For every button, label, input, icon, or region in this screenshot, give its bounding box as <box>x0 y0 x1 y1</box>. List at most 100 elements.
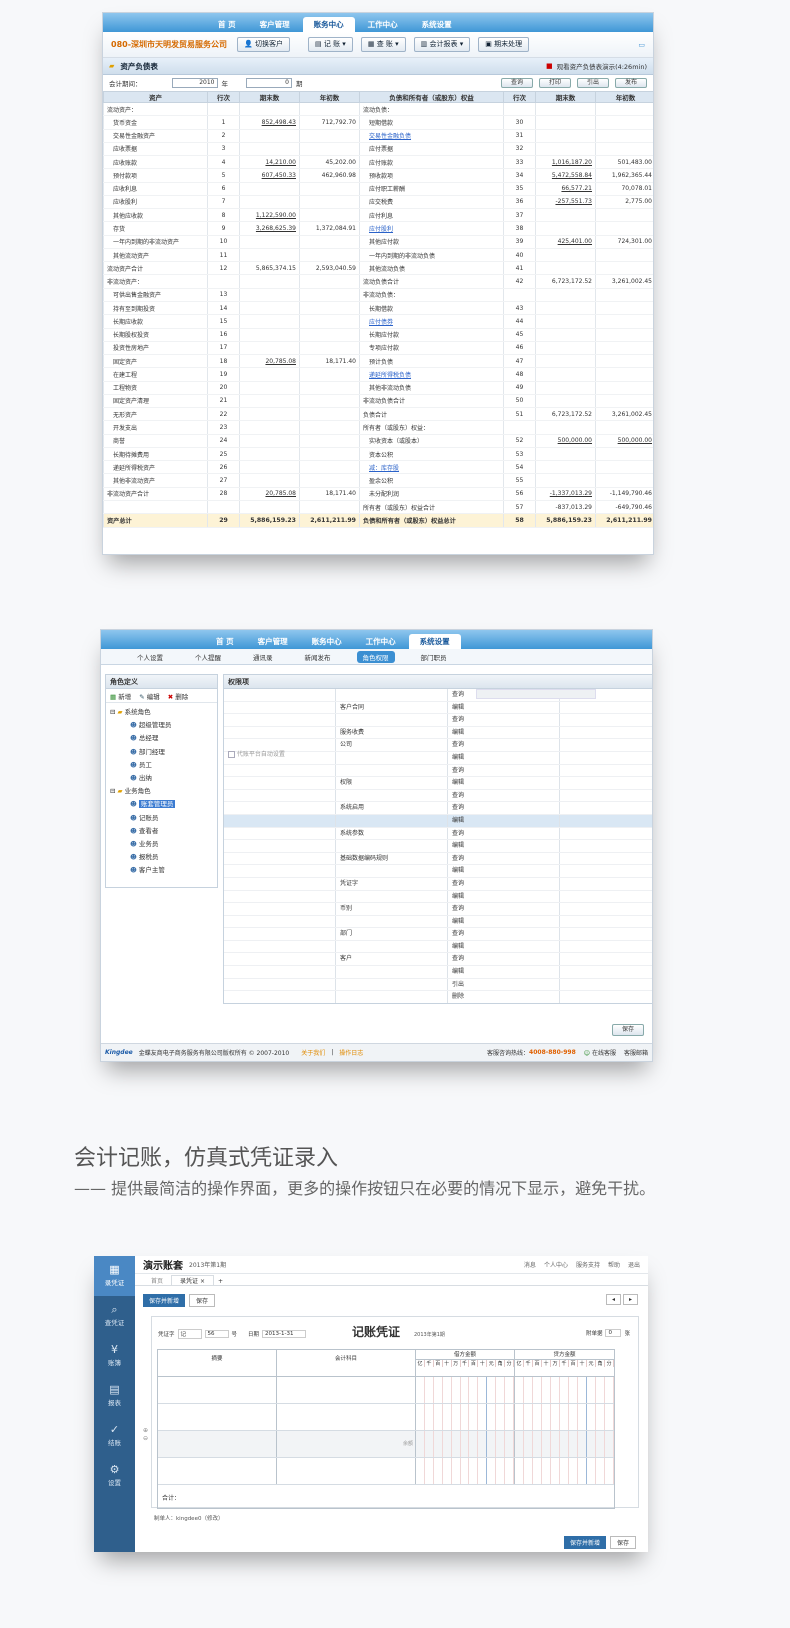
add-role-button[interactable]: ▦ 新增 <box>110 691 131 701</box>
table-cell[interactable]: -257,551.73 <box>535 195 596 210</box>
tree-group[interactable]: ⊟ ▰ 业务角色 <box>110 785 213 798</box>
table-cell[interactable]: 607,450.33 <box>239 168 300 183</box>
service-mail[interactable]: 客服邮箱 <box>624 1048 648 1057</box>
period-input[interactable]: 0 <box>246 78 292 88</box>
nav-tab[interactable]: 系统设置 <box>408 634 461 649</box>
nav-tab[interactable]: 账务中心 <box>301 634 353 649</box>
nav-tab[interactable]: 客户管理 <box>247 634 299 649</box>
collapse-icon[interactable]: ⊟ <box>110 708 115 716</box>
account-cell[interactable] <box>277 1377 416 1403</box>
tab-home[interactable]: 首页 <box>143 1276 171 1285</box>
account-cell[interactable] <box>277 1431 416 1457</box>
tree-item[interactable]: ☻ 出纳 <box>110 772 213 785</box>
subnav-item[interactable]: 部门职员 <box>415 651 453 663</box>
next-icon[interactable]: ▸ <box>622 1294 638 1305</box>
table-cell[interactable]: 852,498.43 <box>239 115 300 130</box>
video-icon[interactable]: ▭ <box>638 41 645 49</box>
summary-cell[interactable] <box>158 1377 278 1403</box>
tree-item[interactable]: ☻ 员工 <box>110 759 213 772</box>
side-nav-item[interactable]: ⚙ 设置 <box>94 1456 135 1496</box>
nav-tab[interactable]: 首 页 <box>205 634 245 649</box>
subnav-item[interactable]: 通讯录 <box>247 651 279 663</box>
top-link[interactable]: 退出 <box>628 1260 640 1269</box>
voucher-word-select[interactable]: 记 <box>177 1329 202 1339</box>
side-nav-item[interactable]: ▤ 报表 <box>94 1376 135 1416</box>
table-cell[interactable]: 3,268,625.39 <box>239 221 300 236</box>
top-link[interactable]: 个人中心 <box>544 1260 568 1269</box>
subnav-item[interactable]: 角色权限 <box>356 650 395 663</box>
nav-tab[interactable]: 账务中心 <box>302 17 355 32</box>
amount-cell[interactable] <box>416 1431 515 1457</box>
query-accounts-button[interactable]: ▦ 查 账 ▾ <box>360 37 406 52</box>
tree-item[interactable]: ☻ 记账员 <box>110 812 213 825</box>
save-new-button-bottom[interactable]: 保存并新增 <box>563 1536 606 1549</box>
nav-tab[interactable]: 首 页 <box>207 17 247 32</box>
voucher-number-input[interactable]: 56 <box>204 1330 229 1338</box>
nav-tab[interactable]: 工作中心 <box>355 634 407 649</box>
table-cell[interactable]: 1,016,187.20 <box>535 155 596 170</box>
save-button[interactable]: 保存 <box>611 1024 644 1036</box>
date-input[interactable]: 2013-1-31 <box>262 1330 307 1338</box>
table-cell[interactable]: 递延所得税负债 <box>359 367 504 382</box>
tab-voucher[interactable]: 录凭证 × <box>171 1275 214 1285</box>
print-button[interactable]: 打印 <box>538 78 571 88</box>
table-cell[interactable]: 500,000.00 <box>595 434 653 448</box>
table-cell[interactable]: 1,122,590.00 <box>239 208 300 223</box>
table-cell[interactable]: 66,577.21 <box>535 182 596 196</box>
entry-row[interactable] <box>158 1377 614 1404</box>
tree-item[interactable]: ☻ 总经理 <box>110 732 213 745</box>
tree-item[interactable]: ☻ 账套管理员 <box>110 798 213 811</box>
subnav-item[interactable]: 个人设置 <box>131 651 169 663</box>
log-link[interactable]: 操作日志 <box>339 1048 363 1057</box>
subnav-item[interactable]: 新闻发布 <box>299 651 337 663</box>
tree-item[interactable]: ☻ 超级管理员 <box>110 719 213 732</box>
side-nav-item[interactable]: ¥ 账簿 <box>94 1336 135 1376</box>
table-cell[interactable]: 5,472,558.84 <box>535 168 596 183</box>
table-cell[interactable]: 应付债券 <box>359 314 504 329</box>
side-nav-item[interactable]: ⌕ 查凭证 <box>94 1296 135 1336</box>
amount-cell[interactable] <box>515 1377 614 1403</box>
amount-cell[interactable] <box>515 1458 614 1484</box>
table-cell[interactable]: 14,210.00 <box>239 155 300 170</box>
publish-button[interactable]: 发布 <box>614 78 647 88</box>
entry-row[interactable] <box>158 1458 614 1485</box>
table-cell[interactable]: 500,000.00 <box>535 434 596 448</box>
table-cell[interactable]: 20,785.08 <box>239 354 300 369</box>
collapse-icon[interactable]: ⊟ <box>110 787 115 795</box>
subnav-item[interactable]: 个人提醒 <box>189 651 227 663</box>
nav-tab[interactable]: 客户管理 <box>249 17 301 32</box>
attach-count-input[interactable]: 0 <box>605 1329 622 1337</box>
amount-cell[interactable] <box>515 1404 614 1430</box>
table-cell[interactable]: 减：库存股 <box>359 460 504 475</box>
tree-item[interactable]: ☻ 业务员 <box>110 838 213 851</box>
agent-auto-setting[interactable]: 代账平台自动设置 <box>228 749 285 758</box>
amount-cell[interactable] <box>416 1404 515 1430</box>
save-button-bottom[interactable]: 保存 <box>609 1536 636 1549</box>
top-link[interactable]: 帮助 <box>608 1260 620 1269</box>
query-button[interactable]: 查询 <box>500 78 533 88</box>
add-tab-icon[interactable]: + <box>214 1278 227 1285</box>
delete-role-button[interactable]: ✖ 删除 <box>168 691 189 701</box>
prev-icon[interactable]: ◂ <box>605 1294 621 1305</box>
nav-tab[interactable]: 工作中心 <box>357 17 409 32</box>
export-button[interactable]: 引出 <box>576 78 609 88</box>
amount-cell[interactable] <box>416 1377 515 1403</box>
entry-row[interactable]: 余额 <box>158 1431 614 1458</box>
summary-cell[interactable] <box>158 1458 278 1484</box>
bookkeeping-button[interactable]: ▤ 记 账 ▾ <box>307 37 353 52</box>
demo-video-link[interactable]: 观看资产负债表演示(4:26min) <box>557 61 647 71</box>
table-cell[interactable]: 20,785.08 <box>239 487 300 501</box>
table-cell[interactable]: 交易性金融负债 <box>359 129 504 143</box>
switch-customer-button[interactable]: 👤 切换客户 <box>237 37 290 52</box>
tree-item[interactable]: ☻ 查看者 <box>110 825 213 838</box>
save-button[interactable]: 保存 <box>189 1294 216 1307</box>
amount-cell[interactable] <box>416 1458 515 1484</box>
add-row-icon[interactable]: ⊕ <box>143 1427 148 1435</box>
side-nav-item[interactable]: ✓ 结账 <box>94 1416 135 1456</box>
save-new-button[interactable]: 保存并新增 <box>143 1294 186 1307</box>
summary-cell[interactable] <box>158 1404 278 1430</box>
tree-item[interactable]: ☻ 部门经理 <box>110 746 213 759</box>
tree-item[interactable]: ☻ 报税员 <box>110 851 213 864</box>
top-link[interactable]: 服务支持 <box>576 1260 600 1269</box>
period-end-button[interactable]: ▣ 期末处理 <box>478 37 530 52</box>
